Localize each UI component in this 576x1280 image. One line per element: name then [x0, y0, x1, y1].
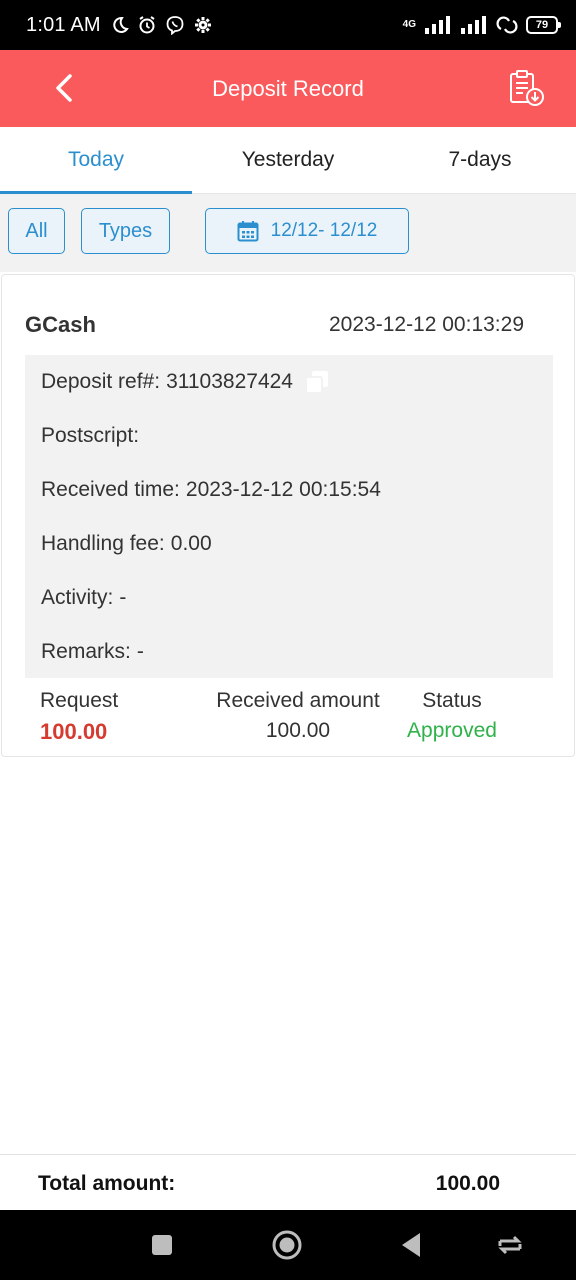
system-nav-bar	[0, 1210, 576, 1280]
copy-icon[interactable]	[303, 368, 331, 396]
signal-icon-secondary	[461, 16, 486, 34]
total-amount-value: 100.00	[435, 1172, 500, 1195]
recent-apps-icon[interactable]	[145, 1228, 179, 1262]
handling-fee-row: Handling fee: 0.00	[41, 529, 212, 559]
rotate-screen-icon[interactable]	[493, 1228, 527, 1262]
status-summary: Status Approved	[398, 689, 506, 743]
date-range-button[interactable]: 12/12- 12/12	[205, 208, 409, 254]
remarks-value: -	[136, 640, 144, 663]
remarks-row: Remarks: -	[41, 637, 144, 667]
signal-icon	[425, 16, 450, 34]
back-arrow-icon[interactable]	[48, 70, 84, 106]
alarm-icon	[139, 16, 155, 34]
received-time-label: Received time:	[41, 478, 180, 501]
status-badge: Approved	[407, 719, 497, 742]
app-header: Deposit Record	[0, 50, 576, 127]
handling-fee-label: Handling fee:	[41, 532, 165, 555]
record-details: Deposit ref#: 31103827424 Postscript: Re…	[25, 355, 553, 678]
remarks-label: Remarks:	[41, 640, 131, 663]
back-triangle-icon[interactable]	[395, 1228, 429, 1262]
request-label: Request	[40, 689, 119, 712]
filter-all-button[interactable]: All	[8, 208, 65, 254]
received-amount-label: Received amount	[216, 689, 380, 712]
card-header: GCash 2023-12-12 00:13:29	[2, 275, 574, 355]
received-time-value: 2023-12-12 00:15:54	[185, 478, 381, 501]
activity-label: Activity:	[41, 586, 114, 609]
tab-7-days[interactable]: 7-days	[384, 127, 576, 193]
status-time: 1:01 AM	[26, 13, 101, 36]
deposit-record-card: GCash 2023-12-12 00:13:29 Deposit ref#: …	[1, 274, 575, 757]
home-icon[interactable]	[270, 1228, 304, 1262]
deposit-ref-label: Deposit ref#:	[41, 370, 161, 393]
status-left: 1:01 AM	[26, 14, 403, 37]
received-time-row: Received time: 2023-12-12 00:15:54	[41, 475, 381, 505]
hotspot-link-icon	[496, 16, 518, 34]
date-tabs: Today Yesterday 7-days	[0, 127, 576, 194]
viber-icon	[166, 16, 184, 35]
total-amount-label: Total amount:	[38, 1172, 176, 1195]
tab-today[interactable]: Today	[0, 127, 192, 194]
calendar-icon	[237, 221, 259, 242]
deposit-ref-row: Deposit ref#: 31103827424	[41, 367, 331, 397]
status-right: 4G 79	[402, 15, 561, 35]
activity-value: -	[119, 586, 127, 609]
battery-indicator: 79	[526, 16, 561, 34]
postscript-label: Postscript:	[41, 424, 140, 447]
payment-provider: GCash	[25, 312, 96, 337]
received-amount: 100.00	[265, 719, 331, 742]
filter-bar: All Types 12/12- 12/12	[0, 194, 576, 272]
request-amount: 100.00	[40, 719, 108, 744]
postscript-row: Postscript:	[41, 421, 145, 451]
tab-yesterday[interactable]: Yesterday	[192, 127, 384, 193]
deposit-ref-value: 31103827424	[166, 370, 293, 393]
received-summary: Received amount 100.00	[208, 689, 388, 743]
status-label: Status	[422, 689, 482, 712]
handling-fee-value: 0.00	[170, 532, 212, 555]
network-type: 4G	[402, 19, 416, 30]
filter-types-button[interactable]: Types	[81, 208, 170, 254]
date-range-label: 12/12- 12/12	[270, 220, 378, 241]
request-summary: Request 100.00	[40, 689, 118, 745]
clipboard-download-icon[interactable]	[506, 68, 546, 108]
status-bar: 1:01 AM 4G 79	[0, 0, 576, 50]
total-bar: Total amount: 100.00	[0, 1154, 576, 1210]
moon-icon	[113, 16, 129, 33]
settings-gear-icon	[194, 17, 211, 33]
page-title: Deposit Record	[212, 75, 364, 101]
record-datetime: 2023-12-12 00:13:29	[329, 313, 524, 336]
activity-row: Activity: -	[41, 583, 126, 613]
